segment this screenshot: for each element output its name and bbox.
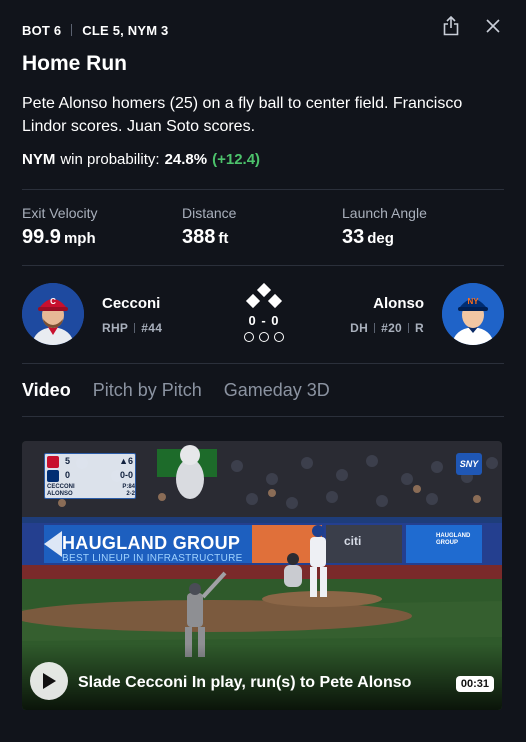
close-icon[interactable] <box>482 14 504 38</box>
cle-logo-icon <box>47 456 59 468</box>
divider <box>22 363 504 364</box>
network-logo: SNY <box>456 453 482 475</box>
win-prob-label: win probability: <box>60 151 160 168</box>
pitcher-avatar[interactable]: C <box>22 283 84 345</box>
video-caption-bar: Slade Cecconi In play, run(s) to Pete Al… <box>22 644 502 710</box>
play-title: Home Run <box>22 52 127 75</box>
bases-icon <box>245 282 283 309</box>
tab-gameday-3d[interactable]: Gameday 3D <box>224 380 330 401</box>
pitcher-meta: RHP #44 <box>102 321 162 335</box>
batter-avatar[interactable]: NY <box>442 283 504 345</box>
divider <box>134 323 136 333</box>
tab-video[interactable]: Video <box>22 380 71 401</box>
batter-number: #20 <box>381 321 403 335</box>
scorebug-inning: ▲6 <box>119 456 133 466</box>
stat-distance: Distance 388 ft <box>182 205 342 249</box>
win-prob-value: 24.8% <box>164 151 208 168</box>
divider <box>22 416 504 417</box>
game-status-bar: BOT 6 CLE 5, NYM 3 <box>22 16 504 40</box>
svg-text:NY: NY <box>467 297 479 306</box>
scorebug-away-score: 5 <box>65 456 71 466</box>
first-base <box>267 293 283 309</box>
scorebug-away-row: 5 ▲6 <box>45 455 137 469</box>
banner-right: HAUGLAND GROUP <box>436 533 471 546</box>
banner-subtitle: BEST LINEUP IN INFRASTRUCTURE <box>62 553 243 564</box>
pitcher-position: RHP <box>102 321 129 335</box>
stat-value-wrap: 388 ft <box>182 226 342 249</box>
share-icon[interactable] <box>440 14 462 38</box>
pitcher-batter-matchup: C Cecconi RHP #44 0 - 0 Alonso DH #20 R <box>22 282 504 345</box>
video-duration: 00:31 <box>455 676 494 692</box>
stat-value-wrap: 99.9 mph <box>22 226 182 249</box>
divider <box>374 323 376 333</box>
pitcher-name[interactable]: Cecconi <box>102 295 160 312</box>
svg-text:C: C <box>50 297 56 306</box>
batter-bats: R <box>415 321 424 335</box>
stat-label: Launch Angle <box>342 205 427 221</box>
media-tabs: Video Pitch by Pitch Gameday 3D <box>22 380 330 401</box>
scorebug-batter-stat: 2-2 <box>126 491 135 497</box>
play-detail-panel: BOT 6 CLE 5, NYM 3 Home Run Pete Alonso … <box>0 0 526 742</box>
inning-label: BOT 6 <box>22 22 62 38</box>
outs-indicator <box>244 332 284 342</box>
batter-position: DH <box>350 321 369 335</box>
win-probability: NYM win probability: 24.8% (+12.4) <box>22 151 260 168</box>
outfield-ad-banner: HAUGLAND GROUP BEST LINEUP IN INFRASTRUC… <box>62 533 306 567</box>
divider <box>22 189 504 190</box>
header-actions <box>440 14 504 38</box>
scorebug-batter: ALONSO <box>47 491 73 497</box>
video-player[interactable]: 5 ▲6 0 0-0 CECCONI P:84 ALONSO 2-2 SNY H… <box>22 441 502 710</box>
stat-value: 33 <box>342 226 365 248</box>
scorebug-players: CECCONI P:84 ALONSO 2-2 <box>47 484 135 498</box>
divider <box>22 265 504 266</box>
batter-name[interactable]: Alonso <box>373 295 424 312</box>
stat-value: 99.9 <box>22 226 61 248</box>
stat-launch-angle: Launch Angle 33 deg <box>342 205 502 249</box>
play-icon[interactable] <box>30 662 68 700</box>
divider <box>408 323 410 333</box>
tab-pitch-by-pitch[interactable]: Pitch by Pitch <box>93 380 202 401</box>
divider <box>71 24 73 36</box>
base-diamond: 0 - 0 <box>242 282 286 345</box>
batter-meta: DH #20 R <box>350 321 424 335</box>
play-description: Pete Alonso homers (25) on a fly ball to… <box>22 95 463 135</box>
game-score: CLE 5, NYM 3 <box>82 22 169 38</box>
third-base <box>245 293 261 309</box>
scorebug-home-score: 0 <box>65 470 71 480</box>
second-base <box>256 282 272 298</box>
stat-exit-velocity: Exit Velocity 99.9 mph <box>22 205 182 249</box>
scorebug-pitcher: CECCONI <box>47 484 75 490</box>
statcast-stats: Exit Velocity 99.9 mph Distance 388 ft Lau… <box>22 205 504 249</box>
out-dot <box>259 332 269 342</box>
scorebug-home-row: 0 0-0 <box>45 469 137 483</box>
scorebug-count: 0-0 <box>119 470 133 480</box>
stat-label: Distance <box>182 205 237 221</box>
nym-logo-icon <box>47 470 59 482</box>
stat-unit: deg <box>367 230 394 247</box>
video-title[interactable]: Slade Cecconi In play, run(s) to Pete Al… <box>78 674 411 692</box>
banner-title: HAUGLAND GROUP <box>62 533 241 553</box>
stat-label: Exit Velocity <box>22 205 98 221</box>
win-prob-team: NYM <box>22 151 56 168</box>
stat-value: 388 <box>182 226 216 248</box>
banner-sponsor: citi <box>344 534 362 548</box>
stat-unit: ft <box>218 230 229 247</box>
out-dot <box>274 332 284 342</box>
pitcher-number: #44 <box>141 321 163 335</box>
ball-strike-count: 0 - 0 <box>248 313 280 328</box>
win-prob-delta: (+12.4) <box>212 151 261 168</box>
stat-unit: mph <box>63 230 96 247</box>
out-dot <box>244 332 254 342</box>
scorebug: 5 ▲6 0 0-0 CECCONI P:84 ALONSO 2-2 <box>44 453 136 499</box>
stat-value-wrap: 33 deg <box>342 226 502 249</box>
scorebug-pitch-count: P:84 <box>122 484 135 490</box>
